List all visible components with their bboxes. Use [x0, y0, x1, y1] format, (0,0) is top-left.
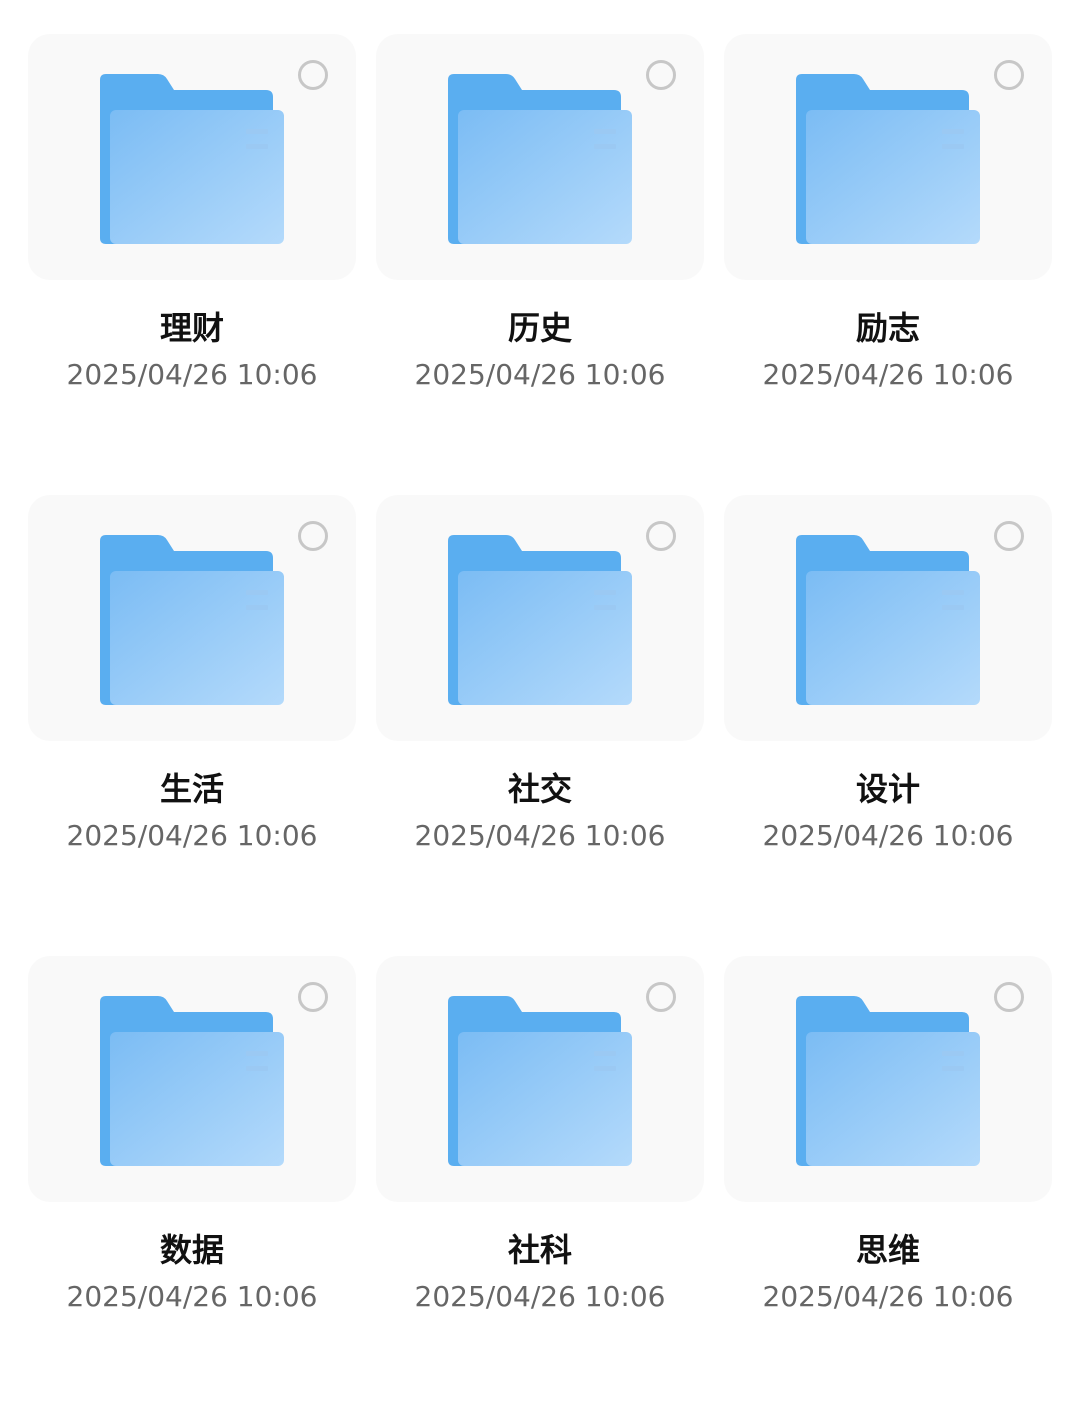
- folder-item[interactable]: 理财 2025/04/26 10:06: [28, 34, 356, 495]
- folder-icon: [100, 996, 284, 1166]
- folder-name: 生活: [159, 770, 224, 808]
- folder-item[interactable]: 历史 2025/04/26 10:06: [376, 34, 704, 495]
- folder-name: 历史: [507, 309, 572, 347]
- folder-icon: [796, 74, 980, 244]
- folder-name: 设计: [855, 770, 920, 808]
- folder-name: 理财: [159, 309, 224, 347]
- folder-date: 2025/04/26 10:06: [414, 358, 666, 391]
- select-circle-icon[interactable]: [646, 521, 676, 551]
- select-circle-icon[interactable]: [298, 521, 328, 551]
- folder-name: 思维: [855, 1231, 920, 1269]
- folder-item[interactable]: 社交 2025/04/26 10:06: [376, 495, 704, 956]
- folder-item[interactable]: 设计 2025/04/26 10:06: [724, 495, 1052, 956]
- select-circle-icon[interactable]: [994, 521, 1024, 551]
- folder-item[interactable]: 数据 2025/04/26 10:06: [28, 956, 356, 1417]
- folder-date: 2025/04/26 10:06: [66, 358, 318, 391]
- folder-thumbnail[interactable]: [724, 495, 1052, 741]
- select-circle-icon[interactable]: [298, 982, 328, 1012]
- folder-date: 2025/04/26 10:06: [414, 1280, 666, 1313]
- folder-date: 2025/04/26 10:06: [762, 1280, 1014, 1313]
- folder-icon: [448, 535, 632, 705]
- select-circle-icon[interactable]: [646, 60, 676, 90]
- folder-grid: 理财 2025/04/26 10:06 历史 2025/04/26 10:06 …: [28, 34, 1052, 1417]
- folder-thumbnail[interactable]: [376, 495, 704, 741]
- folder-item[interactable]: 生活 2025/04/26 10:06: [28, 495, 356, 956]
- select-circle-icon[interactable]: [994, 982, 1024, 1012]
- select-circle-icon[interactable]: [994, 60, 1024, 90]
- folder-thumbnail[interactable]: [376, 956, 704, 1202]
- folder-thumbnail[interactable]: [28, 956, 356, 1202]
- folder-thumbnail[interactable]: [28, 495, 356, 741]
- folder-icon: [100, 535, 284, 705]
- folder-icon: [100, 74, 284, 244]
- folder-name: 社科: [507, 1231, 572, 1269]
- folder-date: 2025/04/26 10:06: [66, 1280, 318, 1313]
- folder-icon: [796, 996, 980, 1166]
- select-circle-icon[interactable]: [298, 60, 328, 90]
- folder-thumbnail[interactable]: [724, 956, 1052, 1202]
- folder-thumbnail[interactable]: [376, 34, 704, 280]
- folder-icon: [448, 996, 632, 1166]
- folder-thumbnail[interactable]: [724, 34, 1052, 280]
- folder-item[interactable]: 励志 2025/04/26 10:06: [724, 34, 1052, 495]
- folder-date: 2025/04/26 10:06: [414, 819, 666, 852]
- folder-item[interactable]: 思维 2025/04/26 10:06: [724, 956, 1052, 1417]
- folder-name: 社交: [507, 770, 572, 808]
- folder-icon: [448, 74, 632, 244]
- folder-name: 数据: [159, 1231, 224, 1269]
- folder-item[interactable]: 社科 2025/04/26 10:06: [376, 956, 704, 1417]
- select-circle-icon[interactable]: [646, 982, 676, 1012]
- folder-icon: [796, 535, 980, 705]
- folder-name: 励志: [855, 309, 920, 347]
- folder-date: 2025/04/26 10:06: [762, 819, 1014, 852]
- folder-date: 2025/04/26 10:06: [762, 358, 1014, 391]
- folder-date: 2025/04/26 10:06: [66, 819, 318, 852]
- folder-thumbnail[interactable]: [28, 34, 356, 280]
